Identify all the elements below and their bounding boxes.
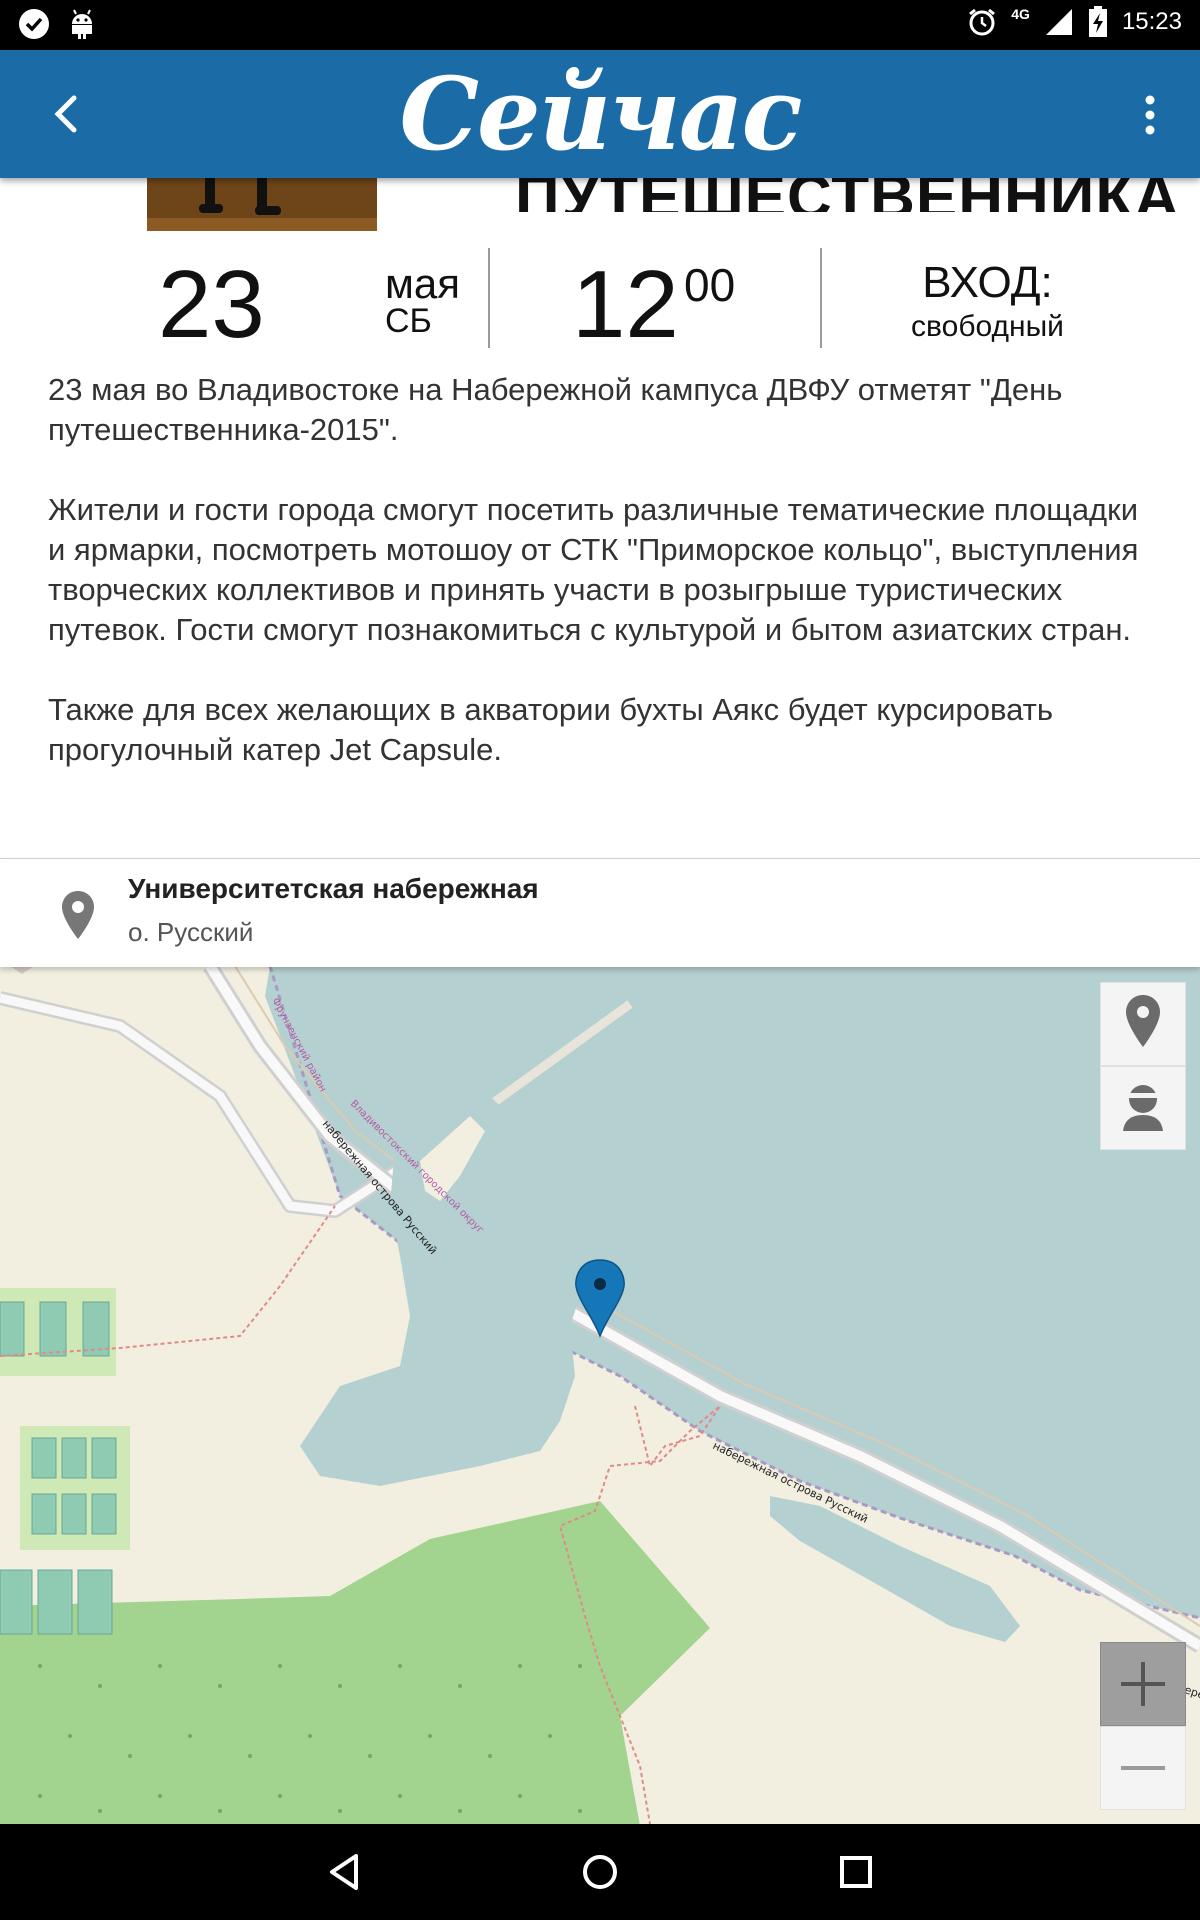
map-building bbox=[61, 1493, 87, 1535]
my-location-icon bbox=[1123, 1085, 1163, 1131]
status-bar-left bbox=[18, 8, 96, 40]
back-triangle-icon[interactable] bbox=[314, 1842, 374, 1902]
entry-value: свободный bbox=[911, 310, 1064, 343]
entry-label: ВХОД: bbox=[922, 258, 1053, 307]
status-bar: 4G 15:23 bbox=[0, 0, 1200, 50]
date-weekday: СБ bbox=[385, 302, 432, 340]
map-building bbox=[82, 1301, 110, 1357]
map-view[interactable]: набережная острова Русский набережная ос… bbox=[0, 966, 1200, 1824]
recents-square-icon[interactable] bbox=[826, 1842, 886, 1902]
map-building bbox=[77, 1569, 113, 1635]
map-place-pin-button[interactable] bbox=[1100, 982, 1186, 1066]
location-name: Университетская набережная bbox=[128, 873, 539, 904]
time-minutes: 00 bbox=[684, 259, 736, 311]
description-paragraph: Жители и гости города смогут посетить ра… bbox=[48, 492, 1139, 647]
map-building bbox=[91, 1437, 117, 1479]
divider bbox=[488, 248, 490, 348]
zoom-in-icon bbox=[1121, 1662, 1165, 1706]
status-bar-right: 4G 15:23 bbox=[967, 6, 1182, 38]
map-building bbox=[61, 1437, 87, 1479]
event-image bbox=[147, 178, 377, 231]
location-subtitle: о. Русский bbox=[128, 917, 254, 947]
zoom-out-icon bbox=[1121, 1766, 1165, 1770]
check-circle-icon bbox=[19, 9, 49, 39]
location-pin-icon bbox=[62, 891, 94, 939]
alarm-icon bbox=[969, 8, 996, 36]
map-my-location-button[interactable] bbox=[1100, 1066, 1186, 1150]
map-zoom-out-button[interactable] bbox=[1100, 1726, 1186, 1810]
system-nav-bar bbox=[0, 1824, 1200, 1920]
description-paragraph: 23 мая во Владивостоке на Набережной кам… bbox=[48, 372, 1063, 447]
overflow-menu-icon[interactable] bbox=[1130, 90, 1170, 140]
time-hour: 12 bbox=[572, 251, 679, 358]
place-pin-icon bbox=[1126, 995, 1160, 1047]
app-bar: Сейчас bbox=[0, 50, 1200, 178]
app-logo[interactable]: Сейчас bbox=[0, 54, 1200, 174]
description-paragraph: Также для всех желающих в акватории бухт… bbox=[48, 692, 1054, 767]
location-bar[interactable]: Университетская набережная о. Русский bbox=[0, 858, 1200, 967]
map-building bbox=[0, 1301, 25, 1357]
map-building bbox=[31, 1437, 57, 1479]
event-description: 23 мая во Владивостоке на Набережной кам… bbox=[48, 370, 1158, 810]
event-image-art bbox=[147, 178, 377, 231]
map-building bbox=[37, 1569, 73, 1635]
map-building bbox=[31, 1493, 57, 1535]
signal-icon bbox=[1045, 9, 1072, 35]
home-circle-icon[interactable] bbox=[570, 1842, 630, 1902]
android-debug-icon bbox=[72, 9, 92, 39]
network-type-label: 4G bbox=[1011, 6, 1030, 22]
status-time: 15:23 bbox=[1121, 8, 1182, 35]
map-building bbox=[39, 1301, 67, 1357]
map-building bbox=[0, 1569, 33, 1635]
map-building bbox=[91, 1493, 117, 1535]
date-day: 23 bbox=[158, 251, 265, 358]
event-info-row: 23 мая СБ 12 00 ВХОД: свободный bbox=[0, 240, 1200, 358]
date-month: мая bbox=[385, 260, 460, 307]
map-canvas[interactable]: набережная острова Русский набережная ос… bbox=[0, 966, 1200, 1824]
battery-charging-icon bbox=[1088, 6, 1107, 37]
map-zoom-in-button[interactable] bbox=[1100, 1642, 1186, 1726]
